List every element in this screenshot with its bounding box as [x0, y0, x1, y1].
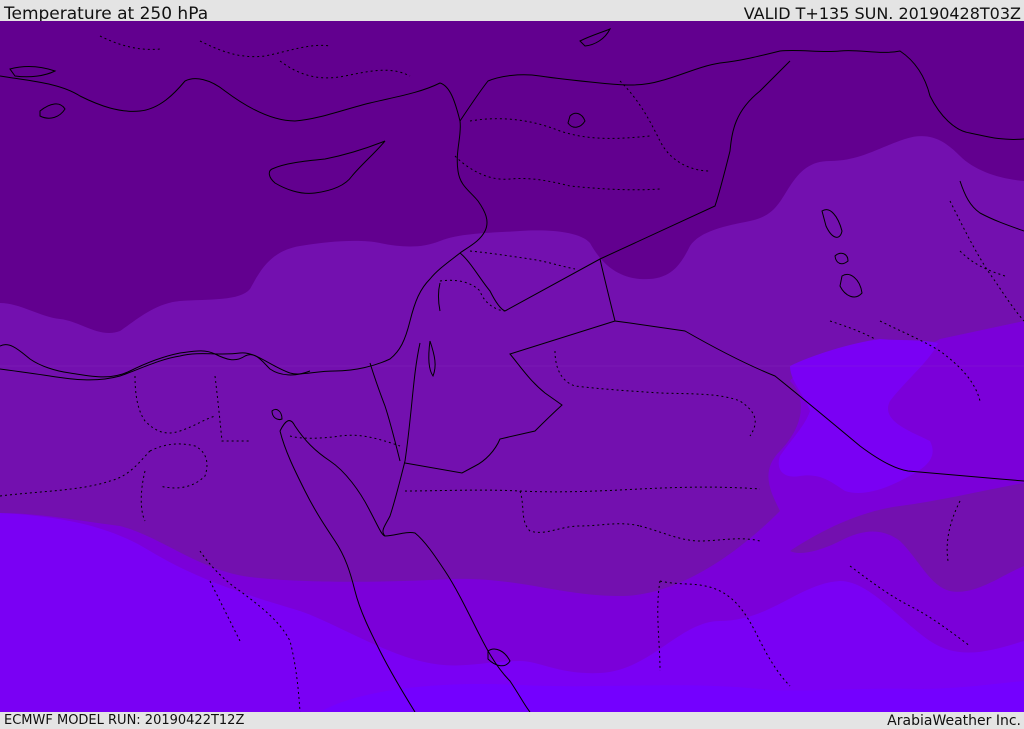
footer-bar: ECMWF MODEL RUN: 20190422T12Z ArabiaWeat…: [0, 712, 1024, 729]
model-run: ECMWF MODEL RUN: 20190422T12Z: [4, 713, 245, 728]
credit-label: ArabiaWeather Inc.: [887, 713, 1021, 729]
header-bar: Temperature at 250 hPa VALID T+135 SUN. …: [0, 0, 1024, 24]
map-canvas: [0, 21, 1024, 712]
temperature-map[interactable]: [0, 21, 1024, 712]
